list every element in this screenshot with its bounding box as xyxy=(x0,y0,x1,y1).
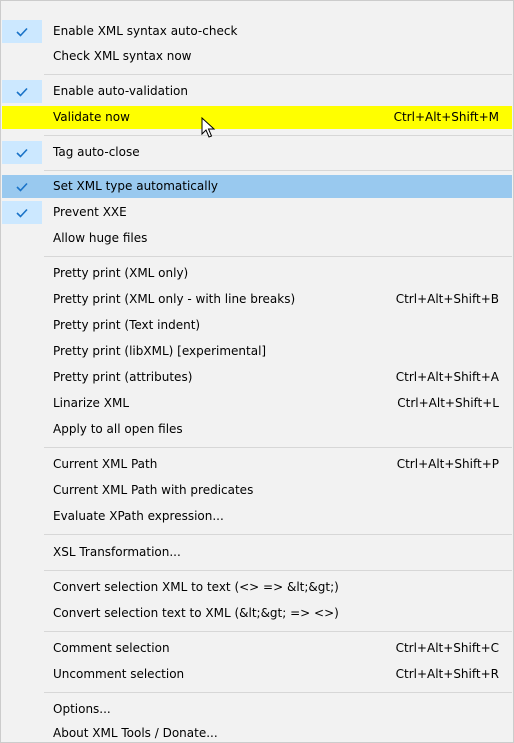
menu-item-current-xml-path-predicates[interactable]: Current XML Path with predicates xyxy=(2,479,512,502)
menu-item-validate-now[interactable]: Validate now Ctrl+Alt+Shift+M xyxy=(2,106,512,129)
menu-separator xyxy=(44,135,512,136)
check-icon xyxy=(2,201,42,224)
menu-item-enable-syntax-auto-check[interactable]: Enable XML syntax auto-check xyxy=(2,20,512,43)
menu-item-label: Tag auto-close xyxy=(53,145,140,159)
menu-item-enable-auto-validation[interactable]: Enable auto-validation xyxy=(2,80,512,103)
menu-item-shortcut: Ctrl+Alt+Shift+R xyxy=(395,667,499,681)
check-icon xyxy=(2,175,42,198)
menu-item-label: Pretty print (libXML) [experimental] xyxy=(53,344,267,358)
menu-item-label: About XML Tools / Donate... xyxy=(53,726,218,740)
menu-item-pretty-print-xml-only[interactable]: Pretty print (XML only) xyxy=(2,262,512,285)
menu-item-shortcut: Ctrl+Alt+Shift+C xyxy=(395,641,499,655)
menu-item-options[interactable]: Options... xyxy=(2,698,512,721)
menu-item-label: Check XML syntax now xyxy=(53,49,192,63)
menu-item-label: Convert selection text to XML (&lt;&gt; … xyxy=(53,606,339,620)
menu-item-label: Pretty print (XML only - with line break… xyxy=(53,292,296,306)
menu-item-linarize-xml[interactable]: Linarize XML Ctrl+Alt+Shift+L xyxy=(2,392,512,415)
menu-item-shortcut: Ctrl+Alt+Shift+B xyxy=(395,292,499,306)
menu-item-prevent-xxe[interactable]: Prevent XXE xyxy=(2,201,512,224)
menu-item-current-xml-path[interactable]: Current XML Path Ctrl+Alt+Shift+P xyxy=(2,453,512,476)
check-icon xyxy=(2,141,42,164)
menu-item-label: Current XML Path xyxy=(53,457,158,471)
menu-item-check-syntax-now[interactable]: Check XML syntax now xyxy=(2,45,512,68)
menu-separator xyxy=(44,256,512,257)
xml-tools-context-menu: Enable XML syntax auto-check Check XML s… xyxy=(0,0,514,743)
menu-item-label: Pretty print (XML only) xyxy=(53,266,189,280)
menu-item-label: Pretty print (Text indent) xyxy=(53,318,201,332)
menu-item-comment-selection[interactable]: Comment selection Ctrl+Alt+Shift+C xyxy=(2,637,512,660)
menu-item-convert-text-to-xml[interactable]: Convert selection text to XML (&lt;&gt; … xyxy=(2,602,512,625)
menu-item-xsl-transformation[interactable]: XSL Transformation... xyxy=(2,541,512,564)
menu-item-shortcut: Ctrl+Alt+Shift+P xyxy=(396,457,499,471)
menu-item-label: Prevent XXE xyxy=(53,205,127,219)
mouse-pointer-icon xyxy=(201,117,216,138)
menu-item-shortcut: Ctrl+Alt+Shift+A xyxy=(395,370,499,384)
menu-item-tag-auto-close[interactable]: Tag auto-close xyxy=(2,141,512,164)
menu-item-label: Current XML Path with predicates xyxy=(53,483,254,497)
menu-item-about-donate[interactable]: About XML Tools / Donate... xyxy=(2,722,512,742)
menu-item-label: Linarize XML xyxy=(53,396,130,410)
menu-item-shortcut: Ctrl+Alt+Shift+L xyxy=(397,396,499,410)
menu-item-label: Convert selection XML to text (<> => &lt… xyxy=(53,580,339,594)
menu-item-apply-to-all-open-files[interactable]: Apply to all open files xyxy=(2,418,512,441)
menu-item-label: Options... xyxy=(53,702,111,716)
menu-item-label: Enable XML syntax auto-check xyxy=(53,24,238,38)
menu-item-label: Apply to all open files xyxy=(53,422,183,436)
menu-item-evaluate-xpath[interactable]: Evaluate XPath expression... xyxy=(2,505,512,528)
menu-separator xyxy=(44,447,512,448)
menu-separator xyxy=(44,570,512,571)
menu-item-uncomment-selection[interactable]: Uncomment selection Ctrl+Alt+Shift+R xyxy=(2,663,512,686)
menu-item-label: Evaluate XPath expression... xyxy=(53,509,224,523)
menu-item-label: XSL Transformation... xyxy=(53,545,181,559)
menu-item-pretty-print-text-indent[interactable]: Pretty print (Text indent) xyxy=(2,314,512,337)
check-icon xyxy=(2,80,42,103)
menu-item-label: Pretty print (attributes) xyxy=(53,370,193,384)
menu-item-pretty-print-line-breaks[interactable]: Pretty print (XML only - with line break… xyxy=(2,288,512,311)
menu-item-label: Set XML type automatically xyxy=(53,179,219,193)
menu-item-label: Allow huge files xyxy=(53,231,148,245)
menu-separator xyxy=(44,631,512,632)
menu-item-set-xml-type-automatically[interactable]: Set XML type automatically xyxy=(2,175,512,198)
menu-separator xyxy=(44,74,512,75)
menu-item-label: Comment selection xyxy=(53,641,170,655)
menu-separator xyxy=(44,534,512,535)
menu-item-label: Validate now xyxy=(53,110,130,124)
menu-separator xyxy=(44,692,512,693)
menu-item-pretty-print-libxml[interactable]: Pretty print (libXML) [experimental] xyxy=(2,340,512,363)
menu-item-pretty-print-attributes[interactable]: Pretty print (attributes) Ctrl+Alt+Shift… xyxy=(2,366,512,389)
menu-item-label: Enable auto-validation xyxy=(53,84,189,98)
menu-separator xyxy=(44,170,512,171)
menu-item-shortcut: Ctrl+Alt+Shift+M xyxy=(393,110,499,124)
menu-item-label: Uncomment selection xyxy=(53,667,185,681)
menu-item-allow-huge-files[interactable]: Allow huge files xyxy=(2,227,512,250)
menu-item-convert-xml-to-text[interactable]: Convert selection XML to text (<> => &lt… xyxy=(2,576,512,599)
check-icon xyxy=(2,20,42,43)
